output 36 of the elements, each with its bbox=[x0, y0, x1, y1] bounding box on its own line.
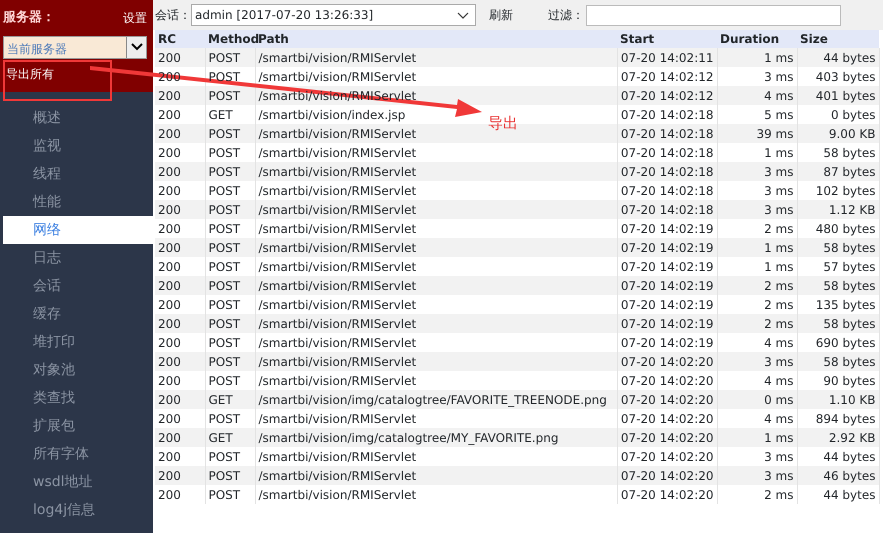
sidebar-item[interactable]: 类查找 bbox=[3, 384, 153, 412]
sidebar-item[interactable]: 会话 bbox=[3, 272, 153, 300]
sidebar-item[interactable]: 堆打印 bbox=[3, 328, 153, 356]
settings-link[interactable]: 设置 bbox=[123, 8, 147, 27]
column-header[interactable]: Size bbox=[797, 30, 879, 48]
table-cell: POST bbox=[205, 485, 255, 504]
sidebar-title: 服务器： bbox=[3, 9, 55, 27]
chevron-down-icon bbox=[457, 12, 469, 20]
sidebar-item[interactable]: 扩展包 bbox=[3, 412, 153, 440]
sidebar-item[interactable]: wsdl地址 bbox=[3, 468, 153, 496]
table-cell: /smartbi/vision/RMIServlet bbox=[255, 485, 617, 504]
sidebar-item[interactable]: 日志 bbox=[3, 244, 153, 272]
table-cell: 200 bbox=[155, 485, 205, 504]
session-select[interactable]: admin [2017-07-20 13:26:33] bbox=[191, 4, 476, 26]
sidebar-item[interactable]: 监视 bbox=[3, 132, 153, 160]
table-cell: 07-20 14:02:20 bbox=[617, 485, 717, 504]
sidebar-item[interactable]: 概述 bbox=[3, 104, 153, 132]
sidebar-item[interactable]: 性能 bbox=[3, 188, 153, 216]
column-header[interactable]: Duration bbox=[717, 30, 797, 48]
sidebar-item[interactable]: log4j信息 bbox=[3, 496, 153, 524]
refresh-button[interactable]: 刷新 bbox=[488, 5, 514, 25]
column-header[interactable]: RC bbox=[155, 30, 205, 48]
chevron-down-icon bbox=[130, 43, 142, 51]
filter-label: 过滤： bbox=[548, 7, 584, 24]
sidebar-item[interactable]: 网络 bbox=[3, 216, 153, 244]
table-cell: 44 bytes bbox=[797, 485, 879, 504]
server-select[interactable]: 当前服务器 bbox=[3, 36, 147, 58]
session-label: 会话： bbox=[155, 7, 191, 24]
column-header[interactable]: Start bbox=[617, 30, 717, 48]
sidebar-item[interactable]: 缓存 bbox=[3, 300, 153, 328]
export-all-link[interactable]: 导出所有 bbox=[3, 64, 54, 82]
sidebar-item[interactable]: 对象池 bbox=[3, 356, 153, 384]
sidebar-item[interactable]: 所有字体 bbox=[3, 440, 153, 468]
table-cell: 2 ms bbox=[717, 485, 797, 504]
filter-field[interactable] bbox=[586, 4, 841, 26]
sidebar-item[interactable]: 线程 bbox=[3, 160, 153, 188]
